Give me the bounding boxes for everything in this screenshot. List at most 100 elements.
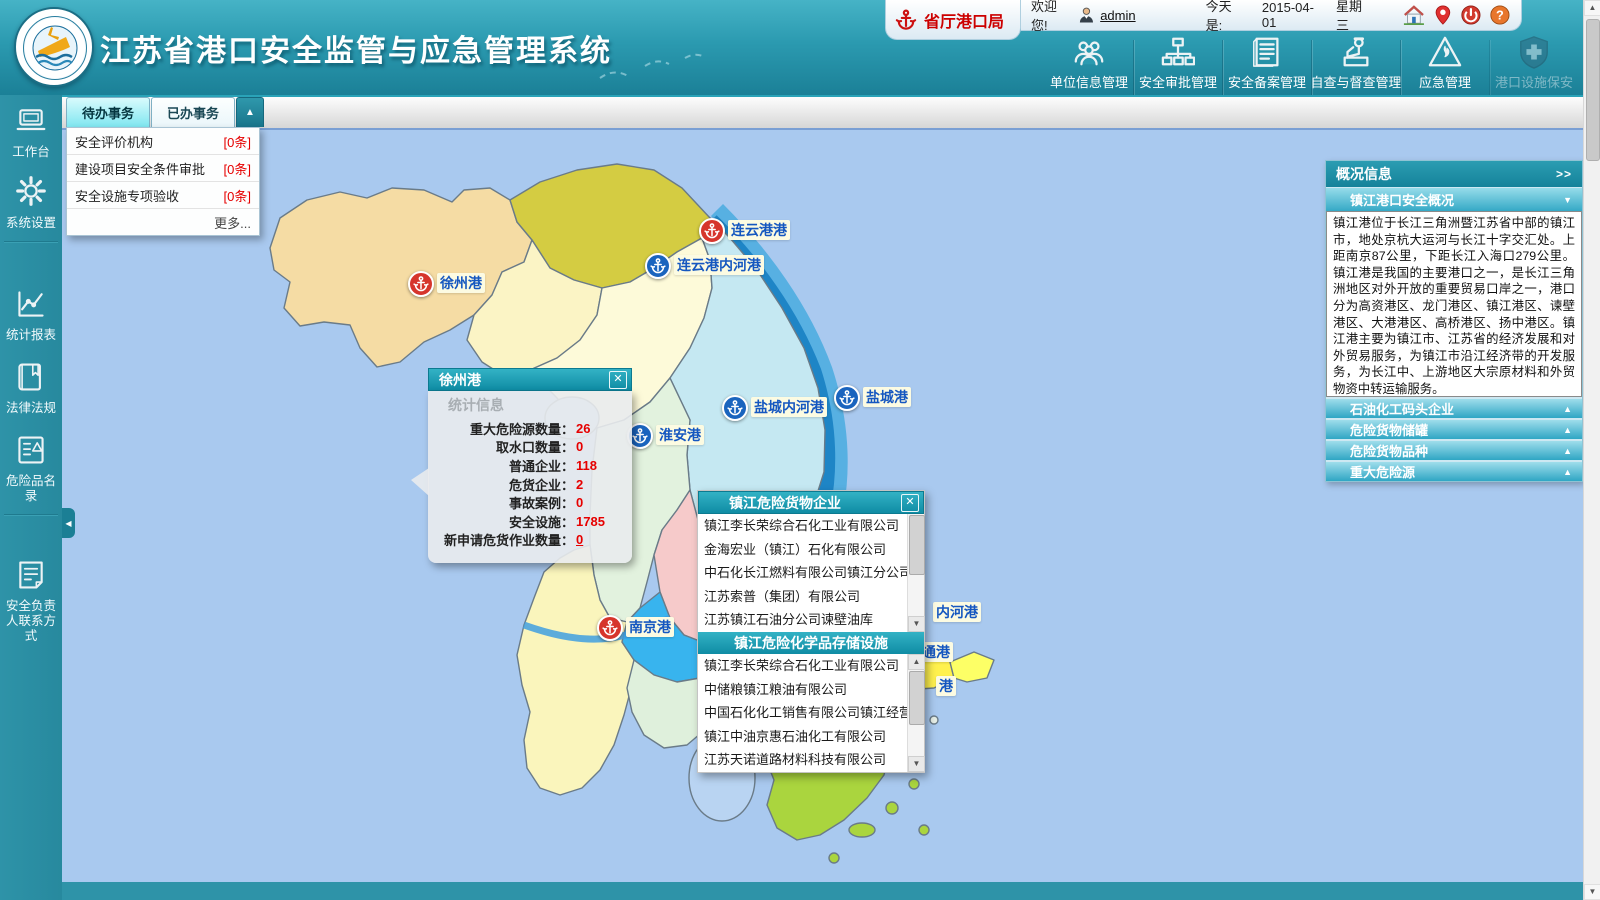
- stat-label: 安全设施：: [436, 512, 574, 531]
- company-row-1[interactable]: 镇江李长荣综合石化工业有限公司: [698, 514, 924, 538]
- port-label-连云港内河港[interactable]: 连云港内河港: [674, 255, 764, 275]
- port-marker-徐州港[interactable]: [408, 271, 434, 297]
- accordion-item-2[interactable]: 危险货物储罐▲: [1326, 420, 1582, 439]
- power-icon[interactable]: [1460, 4, 1482, 26]
- port-label-连云港港[interactable]: 连云港港: [728, 220, 790, 240]
- accordion-item-1[interactable]: 石油化工码头企业▲: [1326, 399, 1582, 418]
- section-zhenjiang-overview[interactable]: 镇江港口安全概况 ▼: [1326, 188, 1582, 211]
- todo-item-1[interactable]: 安全评价机构 [0条]: [67, 128, 259, 155]
- port-label-徐州港[interactable]: 徐州港: [437, 273, 485, 293]
- todo-item-3[interactable]: 安全设施专项验收[0条]: [67, 182, 259, 209]
- close-icon[interactable]: ✕: [609, 371, 627, 389]
- sidebar-item-1[interactable]: 工作台: [0, 105, 62, 160]
- sidebar-item-5[interactable]: 危险品名录: [0, 434, 62, 504]
- username-link[interactable]: admin: [1100, 8, 1135, 23]
- zhenjiang-popup-titlebar: 镇江危险货物企业 ✕: [698, 491, 924, 514]
- chevron-up-icon: ▲: [1563, 404, 1572, 414]
- facility-row-5[interactable]: 江苏天诺道路材料科技有限公司: [698, 748, 924, 772]
- tab-done[interactable]: 已办事务: [151, 97, 235, 127]
- facility-row-4[interactable]: 镇江中油京惠石油化工有限公司: [698, 725, 924, 749]
- todo-item-label: 安全评价机构: [75, 132, 153, 151]
- stat-value: 26: [576, 421, 590, 436]
- company-row-5[interactable]: 江苏镇江石油分公司谏壁油库: [698, 608, 924, 632]
- port-label-南京港[interactable]: 南京港: [626, 617, 674, 637]
- company-row-2[interactable]: 金海宏业（镇江）石化有限公司: [698, 538, 924, 562]
- sidebar-item-6[interactable]: 安全负责人联系方式: [0, 559, 62, 644]
- sidebar-item-3[interactable]: 统计报表: [0, 288, 62, 343]
- expand-link[interactable]: >>: [1556, 167, 1572, 181]
- nav-item-2[interactable]: 安全审批管理: [1133, 40, 1222, 95]
- port-marker-连云港内河港[interactable]: [645, 253, 671, 279]
- org-users-icon: [1072, 35, 1106, 69]
- scroll-up-icon[interactable]: ▲: [1584, 0, 1600, 16]
- app-window: 徐州港连云港港连云港内河港盐城内河港盐城港淮安港南京港内河港南通港港 江苏省港口…: [0, 0, 1600, 900]
- port-label-盐城内河港[interactable]: 盐城内河港: [751, 397, 827, 417]
- sidebar-collapse-icon[interactable]: ◀: [62, 508, 75, 538]
- facility-row-1[interactable]: 镇江李长荣综合石化工业有限公司: [698, 654, 924, 678]
- popup-scrollbar[interactable]: ▼: [907, 514, 924, 632]
- close-icon[interactable]: ✕: [901, 494, 919, 512]
- accordion-item-3[interactable]: 危险货物品种▲: [1326, 441, 1582, 460]
- book-icon: [15, 361, 47, 398]
- panel-collapse-button[interactable]: ▲: [236, 97, 264, 127]
- nav-item-3[interactable]: 安全备案管理: [1222, 40, 1311, 95]
- welcome-text: 欢迎您!: [1031, 0, 1073, 34]
- port-label-盐城港[interactable]: 盐城港: [863, 387, 911, 407]
- sidebar-item-label: 法律法规: [3, 401, 59, 416]
- stat-value: 118: [576, 458, 597, 473]
- popup-tail: [411, 468, 429, 496]
- browser-scrollbar[interactable]: ▲ ▼: [1583, 0, 1600, 900]
- facility-row-3[interactable]: 中国石化化工销售有限公司镇江经营部: [698, 701, 924, 725]
- scrollbar-thumb[interactable]: [1586, 19, 1600, 161]
- nav-item-1[interactable]: 单位信息管理: [1045, 40, 1133, 95]
- company-row-4[interactable]: 江苏索普（集团）有限公司: [698, 585, 924, 609]
- location-pin-icon[interactable]: [1432, 4, 1454, 26]
- secondary-toolbar: [62, 95, 1583, 130]
- stat-value[interactable]: 0: [576, 532, 583, 547]
- home-icon[interactable]: [1403, 4, 1425, 26]
- stat-label: 新申请危货作业数量：: [436, 530, 574, 549]
- storage-section-header: 镇江危险化学品存储设施: [698, 632, 924, 654]
- emergency-triangle-icon: [1428, 35, 1462, 69]
- sidebar-item-label: 工作台: [3, 145, 59, 160]
- chevron-up-icon: ▲: [1563, 425, 1572, 435]
- tab-todo[interactable]: 待办事务: [66, 97, 150, 127]
- stat-value: 0: [576, 495, 583, 510]
- stat-label: 取水口数量：: [436, 437, 574, 456]
- app-header: 江苏省港口安全监管与应急管理系统 省厅港口局 欢迎您! admin 今天是: 2…: [0, 0, 1600, 95]
- accordion-item-4[interactable]: 重大危险源▲: [1326, 462, 1582, 481]
- scroll-down-icon[interactable]: ▼: [908, 616, 925, 632]
- nav-label: 安全审批管理: [1139, 72, 1217, 91]
- inspection-icon: [1339, 35, 1373, 69]
- port-marker-南京港[interactable]: [597, 615, 623, 641]
- contact-doc-icon: [15, 559, 47, 596]
- page-title: 江苏省港口安全监管与应急管理系统: [100, 26, 612, 70]
- port-marker-盐城内河港[interactable]: [722, 395, 748, 421]
- nav-item-5[interactable]: 应急管理: [1400, 40, 1489, 95]
- port-marker-盐城港[interactable]: [834, 385, 860, 411]
- todo-more-link[interactable]: 更多...: [67, 209, 259, 235]
- org-badge: 省厅港口局: [885, 0, 1021, 40]
- todo-item-count: [0条]: [224, 132, 251, 151]
- nav-item-4[interactable]: 自查与督查管理: [1311, 40, 1400, 95]
- nav-label: 港口设施保安: [1495, 72, 1573, 91]
- popup-scrollbar[interactable]: ▲ ▼: [907, 654, 924, 772]
- facility-row-2[interactable]: 中储粮镇江粮油有限公司: [698, 678, 924, 702]
- chevron-down-icon: ▼: [1563, 195, 1572, 205]
- company-row-3[interactable]: 中石化长江燃料有限公司镇江分公司: [698, 561, 924, 585]
- stat-row-1: 重大危险源数量：26: [436, 419, 624, 438]
- nav-label: 自查与督查管理: [1311, 72, 1402, 91]
- port-label-partial-内河港[interactable]: 内河港: [933, 602, 981, 622]
- port-label-淮安港[interactable]: 淮安港: [656, 425, 704, 445]
- todo-item-2[interactable]: 建设项目安全条件审批[0条]: [67, 155, 259, 182]
- sidebar-item-2[interactable]: 系统设置: [0, 174, 62, 231]
- port-marker-连云港港[interactable]: [699, 218, 725, 244]
- port-label-partial-港[interactable]: 港: [936, 676, 956, 696]
- help-icon[interactable]: ?: [1489, 4, 1511, 26]
- sidebar-item-4[interactable]: 法律法规: [0, 361, 62, 416]
- scroll-down-icon[interactable]: ▼: [908, 756, 925, 772]
- nav-item-6[interactable]: 港口设施保安: [1489, 40, 1578, 95]
- accordion-group: 石油化工码头企业▲ 危险货物储罐▲ 危险货物品种▲ 重大危险源▲: [1326, 399, 1582, 481]
- scroll-up-icon[interactable]: ▲: [908, 654, 925, 670]
- scroll-down-icon[interactable]: ▼: [1584, 884, 1600, 900]
